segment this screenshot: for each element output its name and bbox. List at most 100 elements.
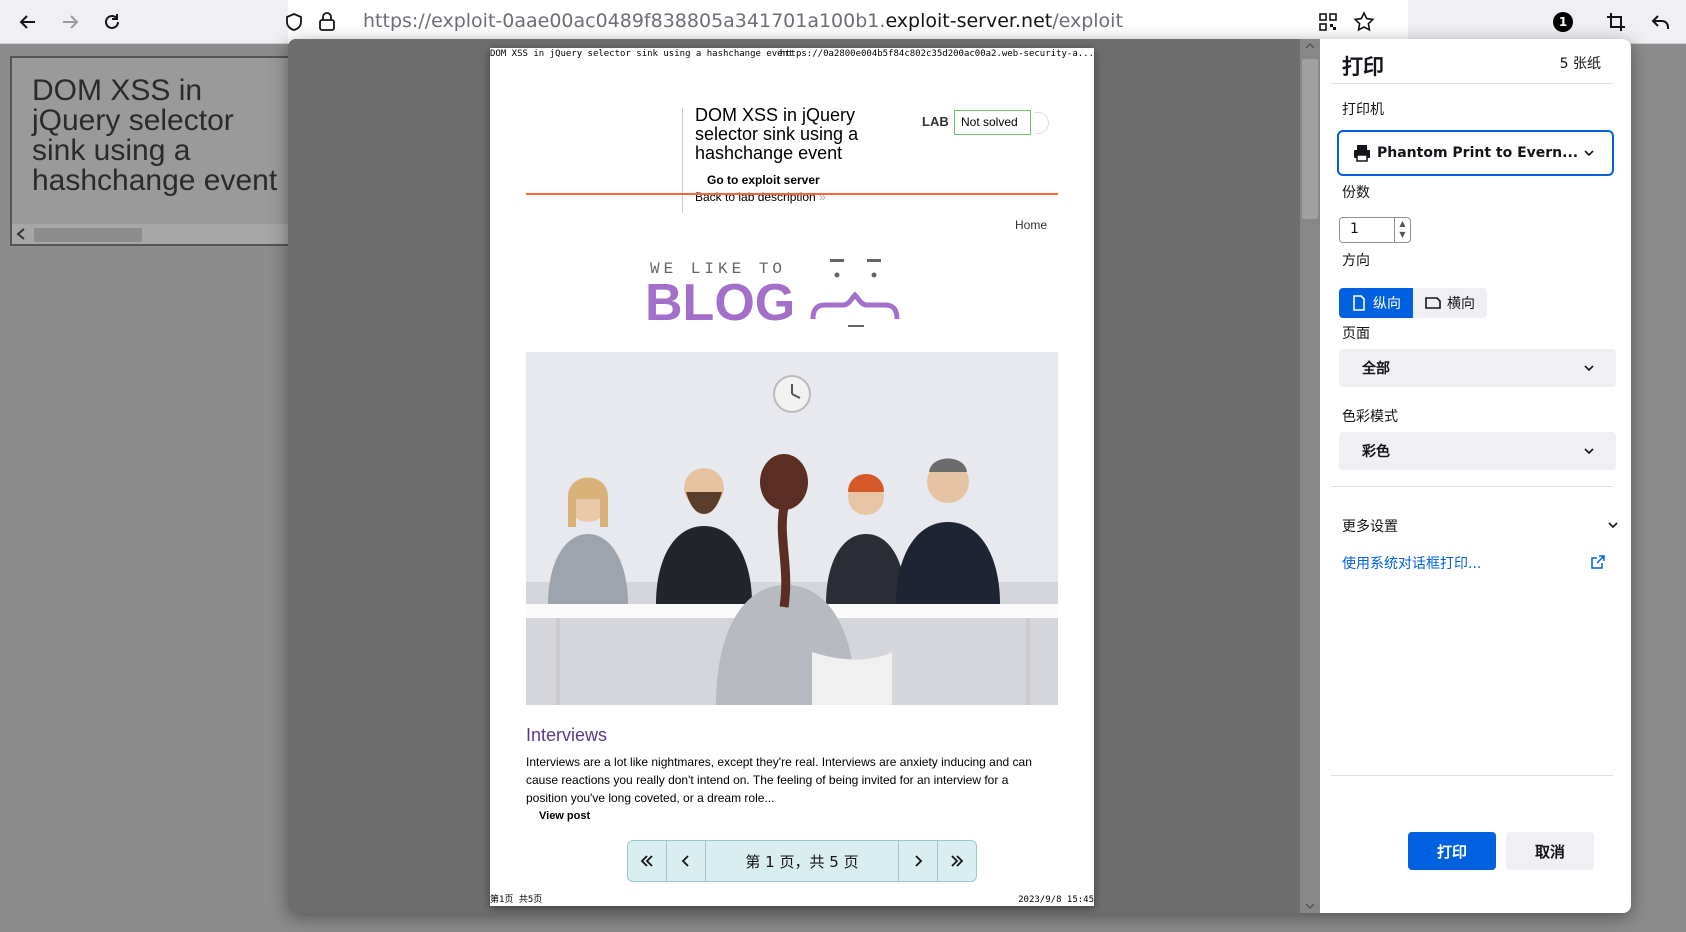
undo-icon bbox=[1651, 15, 1669, 29]
pages-value: 全部 bbox=[1362, 361, 1390, 377]
chevron-left-icon bbox=[681, 855, 689, 867]
landscape-button[interactable]: 横向 bbox=[1413, 288, 1487, 318]
printer-value: Phantom Print to Evern... bbox=[1377, 145, 1579, 161]
print-button[interactable]: 打印 bbox=[1408, 832, 1496, 870]
printer-label: 打印机 bbox=[1342, 102, 1384, 118]
chevron-right-icon bbox=[915, 855, 923, 867]
title-divider bbox=[1331, 83, 1613, 84]
post-title: Interviews bbox=[526, 725, 608, 745]
chevron-down-icon bbox=[1584, 150, 1594, 157]
preview-scrollbar-thumb[interactable] bbox=[1302, 59, 1318, 219]
cancel-button[interactable]: 取消 bbox=[1506, 832, 1594, 870]
reload-button[interactable] bbox=[96, 6, 128, 38]
url-path: /exploit bbox=[1052, 10, 1123, 32]
lab-status-badge: Not solved bbox=[954, 110, 1031, 135]
arrow-right-icon bbox=[63, 15, 79, 29]
sheet-count: 5 张纸 bbox=[1559, 56, 1601, 72]
orientation-toggle: 纵向 横向 bbox=[1339, 288, 1487, 318]
scroll-down-icon[interactable] bbox=[1304, 901, 1316, 911]
post-excerpt: Interviews are a lot like nightmares, ex… bbox=[526, 755, 1032, 805]
print-settings-panel: 打印 5 张纸 打印机 Phantom Print to Evern... 份数… bbox=[1320, 39, 1631, 913]
last-page-button[interactable] bbox=[937, 841, 976, 881]
color-mode-label: 色彩模式 bbox=[1342, 409, 1398, 425]
copies-label: 份数 bbox=[1342, 185, 1370, 201]
increment-icon[interactable]: ▲ bbox=[1395, 218, 1410, 229]
page-navigation: 第 1 页，共 5 页 bbox=[627, 840, 977, 882]
copies-stepper[interactable]: 1 ▲ ▼ bbox=[1339, 217, 1411, 243]
chevron-down-icon bbox=[1584, 365, 1594, 372]
decrement-icon[interactable]: ▼ bbox=[1395, 229, 1410, 240]
background-horizontal-scrollbar[interactable] bbox=[12, 224, 288, 244]
more-settings-label: 更多设置 bbox=[1342, 519, 1398, 535]
url-bar[interactable]: https://exploit-0aae00ac0489f838805a3417… bbox=[286, 0, 1408, 44]
portrait-label: 纵向 bbox=[1373, 296, 1401, 312]
undo-button[interactable] bbox=[1645, 6, 1677, 38]
lab-title: DOM XSS in jQuery selector sink using a … bbox=[695, 105, 859, 163]
url-text[interactable]: https://exploit-0aae00ac0489f838805a3417… bbox=[363, 10, 1123, 32]
blog-post-image bbox=[526, 352, 1058, 705]
url-domain: exploit-server.net bbox=[885, 10, 1053, 32]
portrait-button[interactable]: 纵向 bbox=[1339, 288, 1413, 318]
scroll-up-icon[interactable] bbox=[1304, 41, 1316, 51]
preview-scrollbar[interactable] bbox=[1300, 39, 1320, 913]
lab-label: LAB bbox=[922, 114, 949, 129]
lock-icon[interactable] bbox=[318, 11, 336, 31]
copies-value[interactable]: 1 bbox=[1350, 221, 1359, 237]
home-link: Home bbox=[1015, 218, 1048, 232]
blog-logo: WE LIKE TO BLOG bbox=[645, 253, 945, 333]
qr-code-icon[interactable] bbox=[1318, 12, 1338, 32]
browser-toolbar: https://exploit-0aae00ac0489f838805a3417… bbox=[0, 0, 1686, 44]
lab-status-icon bbox=[1035, 112, 1049, 134]
copies-spinner[interactable]: ▲ ▼ bbox=[1394, 218, 1410, 242]
bookmark-star-icon[interactable] bbox=[1353, 11, 1375, 33]
exploit-server-link: Go to exploit server bbox=[707, 173, 820, 187]
logo-face-icon bbox=[810, 259, 900, 327]
forward-button[interactable] bbox=[54, 6, 86, 38]
external-link-icon[interactable] bbox=[1591, 555, 1605, 569]
print-dialog-title: 打印 bbox=[1342, 55, 1384, 79]
pages-select[interactable]: 全部 bbox=[1339, 349, 1616, 387]
page-header-url: https://0a2800e004b5f84c802c35d200ac00a2… bbox=[779, 49, 1094, 59]
back-button[interactable] bbox=[12, 6, 44, 38]
page-header-title: DOM XSS in jQuery selector sink using a … bbox=[490, 49, 794, 59]
header-divider bbox=[526, 193, 1058, 195]
page-footer-date: 2023/9/8 15:45 bbox=[1018, 895, 1094, 905]
crop-button[interactable] bbox=[1600, 6, 1632, 38]
portrait-page-icon bbox=[1353, 295, 1365, 311]
chevron-down-icon bbox=[1584, 448, 1594, 455]
settings-divider bbox=[1331, 486, 1613, 487]
print-dialog: DOM XSS in jQuery selector sink using a … bbox=[288, 39, 1631, 913]
background-page-title: DOM XSS in jQuery selector sink using a … bbox=[32, 74, 278, 197]
color-mode-select[interactable]: 彩色 bbox=[1339, 432, 1616, 470]
preview-page: DOM XSS in jQuery selector sink using a … bbox=[490, 48, 1094, 906]
crop-icon bbox=[1607, 13, 1625, 31]
scrollbar-thumb[interactable] bbox=[34, 228, 142, 242]
extension-button[interactable]: 1 bbox=[1547, 6, 1579, 38]
background-page: DOM XSS in jQuery selector sink using a … bbox=[10, 56, 290, 246]
orientation-label: 方向 bbox=[1342, 253, 1370, 269]
scroll-left-icon[interactable] bbox=[16, 228, 26, 240]
chevron-down-icon bbox=[1608, 522, 1618, 529]
logo-wordmark: BLOG bbox=[645, 274, 795, 332]
printer-icon bbox=[1354, 145, 1370, 162]
pages-label: 页面 bbox=[1342, 326, 1370, 342]
extension-badge-icon: 1 bbox=[1553, 12, 1573, 32]
view-post-button: View post bbox=[539, 810, 591, 822]
previous-page-button[interactable] bbox=[667, 841, 706, 881]
landscape-label: 横向 bbox=[1447, 296, 1475, 312]
arrow-left-icon bbox=[19, 15, 35, 29]
first-page-button[interactable] bbox=[628, 841, 667, 881]
shield-icon[interactable] bbox=[284, 12, 304, 32]
landscape-page-icon bbox=[1425, 297, 1441, 309]
extension-badge-count: 1 bbox=[1558, 15, 1568, 29]
lab-divider bbox=[682, 108, 683, 213]
more-settings-toggle[interactable]: 更多设置 bbox=[1342, 516, 1620, 536]
page-indicator: 第 1 页，共 5 页 bbox=[745, 852, 859, 871]
next-page-button[interactable] bbox=[898, 841, 937, 881]
printer-select[interactable]: Phantom Print to Evern... bbox=[1337, 130, 1614, 176]
reload-icon bbox=[105, 14, 119, 29]
print-preview-area: DOM XSS in jQuery selector sink using a … bbox=[288, 39, 1300, 913]
url-prefix: https://exploit-0aae00ac0489f838805a3417… bbox=[363, 10, 886, 32]
double-chevron-left-icon bbox=[640, 855, 653, 867]
system-dialog-link[interactable]: 使用系统对话框打印... bbox=[1342, 553, 1481, 573]
